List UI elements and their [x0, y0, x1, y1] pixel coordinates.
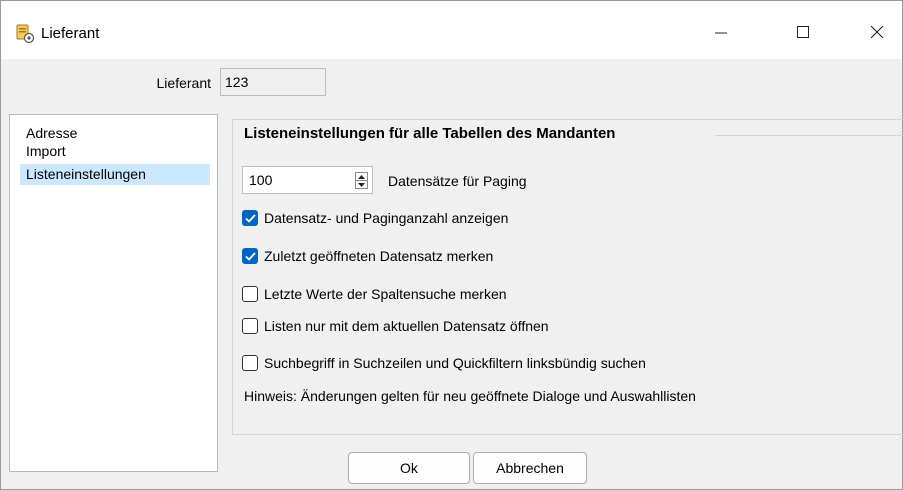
option-row-last-record[interactable]: Zuletzt geöffneten Datensatz merken: [242, 246, 493, 266]
checkbox[interactable]: [242, 210, 258, 226]
paging-value[interactable]: 100: [249, 172, 272, 188]
supplier-gear-icon: [15, 24, 35, 44]
maximize-icon: [797, 26, 809, 38]
spin-down-button[interactable]: [356, 181, 367, 189]
supplier-label: Lieferant: [156, 75, 211, 91]
checkbox[interactable]: [242, 318, 258, 334]
checkbox[interactable]: [242, 286, 258, 302]
ok-button[interactable]: Ok: [348, 452, 470, 484]
settings-nav-list[interactable]: Adresse Import Listeneinstellungen: [9, 114, 218, 472]
paging-spinbox[interactable]: 100: [242, 166, 373, 194]
spin-buttons[interactable]: [355, 172, 368, 189]
option-row-count[interactable]: Datensatz- und Paginganzahl anzeigen: [242, 208, 508, 228]
option-row-current-record[interactable]: Listen nur mit dem aktuellen Datensatz ö…: [242, 316, 549, 336]
minimize-button[interactable]: [701, 15, 741, 49]
option-row-left-aligned-search[interactable]: Suchbegriff in Suchzeilen und Quickfilte…: [242, 353, 646, 373]
nav-item-import[interactable]: Import: [20, 141, 210, 162]
checkmark-icon: [244, 251, 256, 261]
checkbox-label[interactable]: Suchbegriff in Suchzeilen und Quickfilte…: [264, 355, 646, 371]
checkbox-label[interactable]: Letzte Werte der Spaltensuche merken: [264, 286, 507, 302]
arrow-up-icon: [358, 174, 365, 179]
group-title: Listeneinstellungen für alle Tabellen de…: [240, 125, 620, 142]
hint-text: Hinweis: Änderungen gelten für neu geöff…: [244, 388, 696, 404]
checkbox[interactable]: [242, 248, 258, 264]
close-icon: [870, 25, 884, 39]
paging-label: Datensätze für Paging: [388, 173, 527, 189]
spin-up-button[interactable]: [356, 173, 367, 181]
checkmark-icon: [244, 213, 256, 223]
checkbox-label[interactable]: Datensatz- und Paginganzahl anzeigen: [264, 210, 508, 226]
maximize-button[interactable]: [783, 15, 823, 49]
group-divider: [715, 135, 903, 136]
title-bar[interactable]: Lieferant: [1, 1, 902, 59]
window-title: Lieferant: [41, 25, 100, 42]
cancel-button[interactable]: Abbrechen: [473, 452, 587, 484]
close-button[interactable]: [857, 15, 897, 49]
checkbox-label[interactable]: Listen nur mit dem aktuellen Datensatz ö…: [264, 318, 549, 334]
minimize-icon: [715, 32, 727, 34]
nav-item-listeneinstellungen[interactable]: Listeneinstellungen: [20, 164, 210, 185]
dialog-window: Lieferant Lieferant 123 Adresse Import L…: [0, 0, 903, 490]
checkbox[interactable]: [242, 355, 258, 371]
checkbox-label[interactable]: Zuletzt geöffneten Datensatz merken: [264, 248, 493, 264]
supplier-field: 123: [220, 68, 326, 96]
option-row-column-search[interactable]: Letzte Werte der Spaltensuche merken: [242, 284, 507, 304]
arrow-down-icon: [358, 183, 365, 187]
